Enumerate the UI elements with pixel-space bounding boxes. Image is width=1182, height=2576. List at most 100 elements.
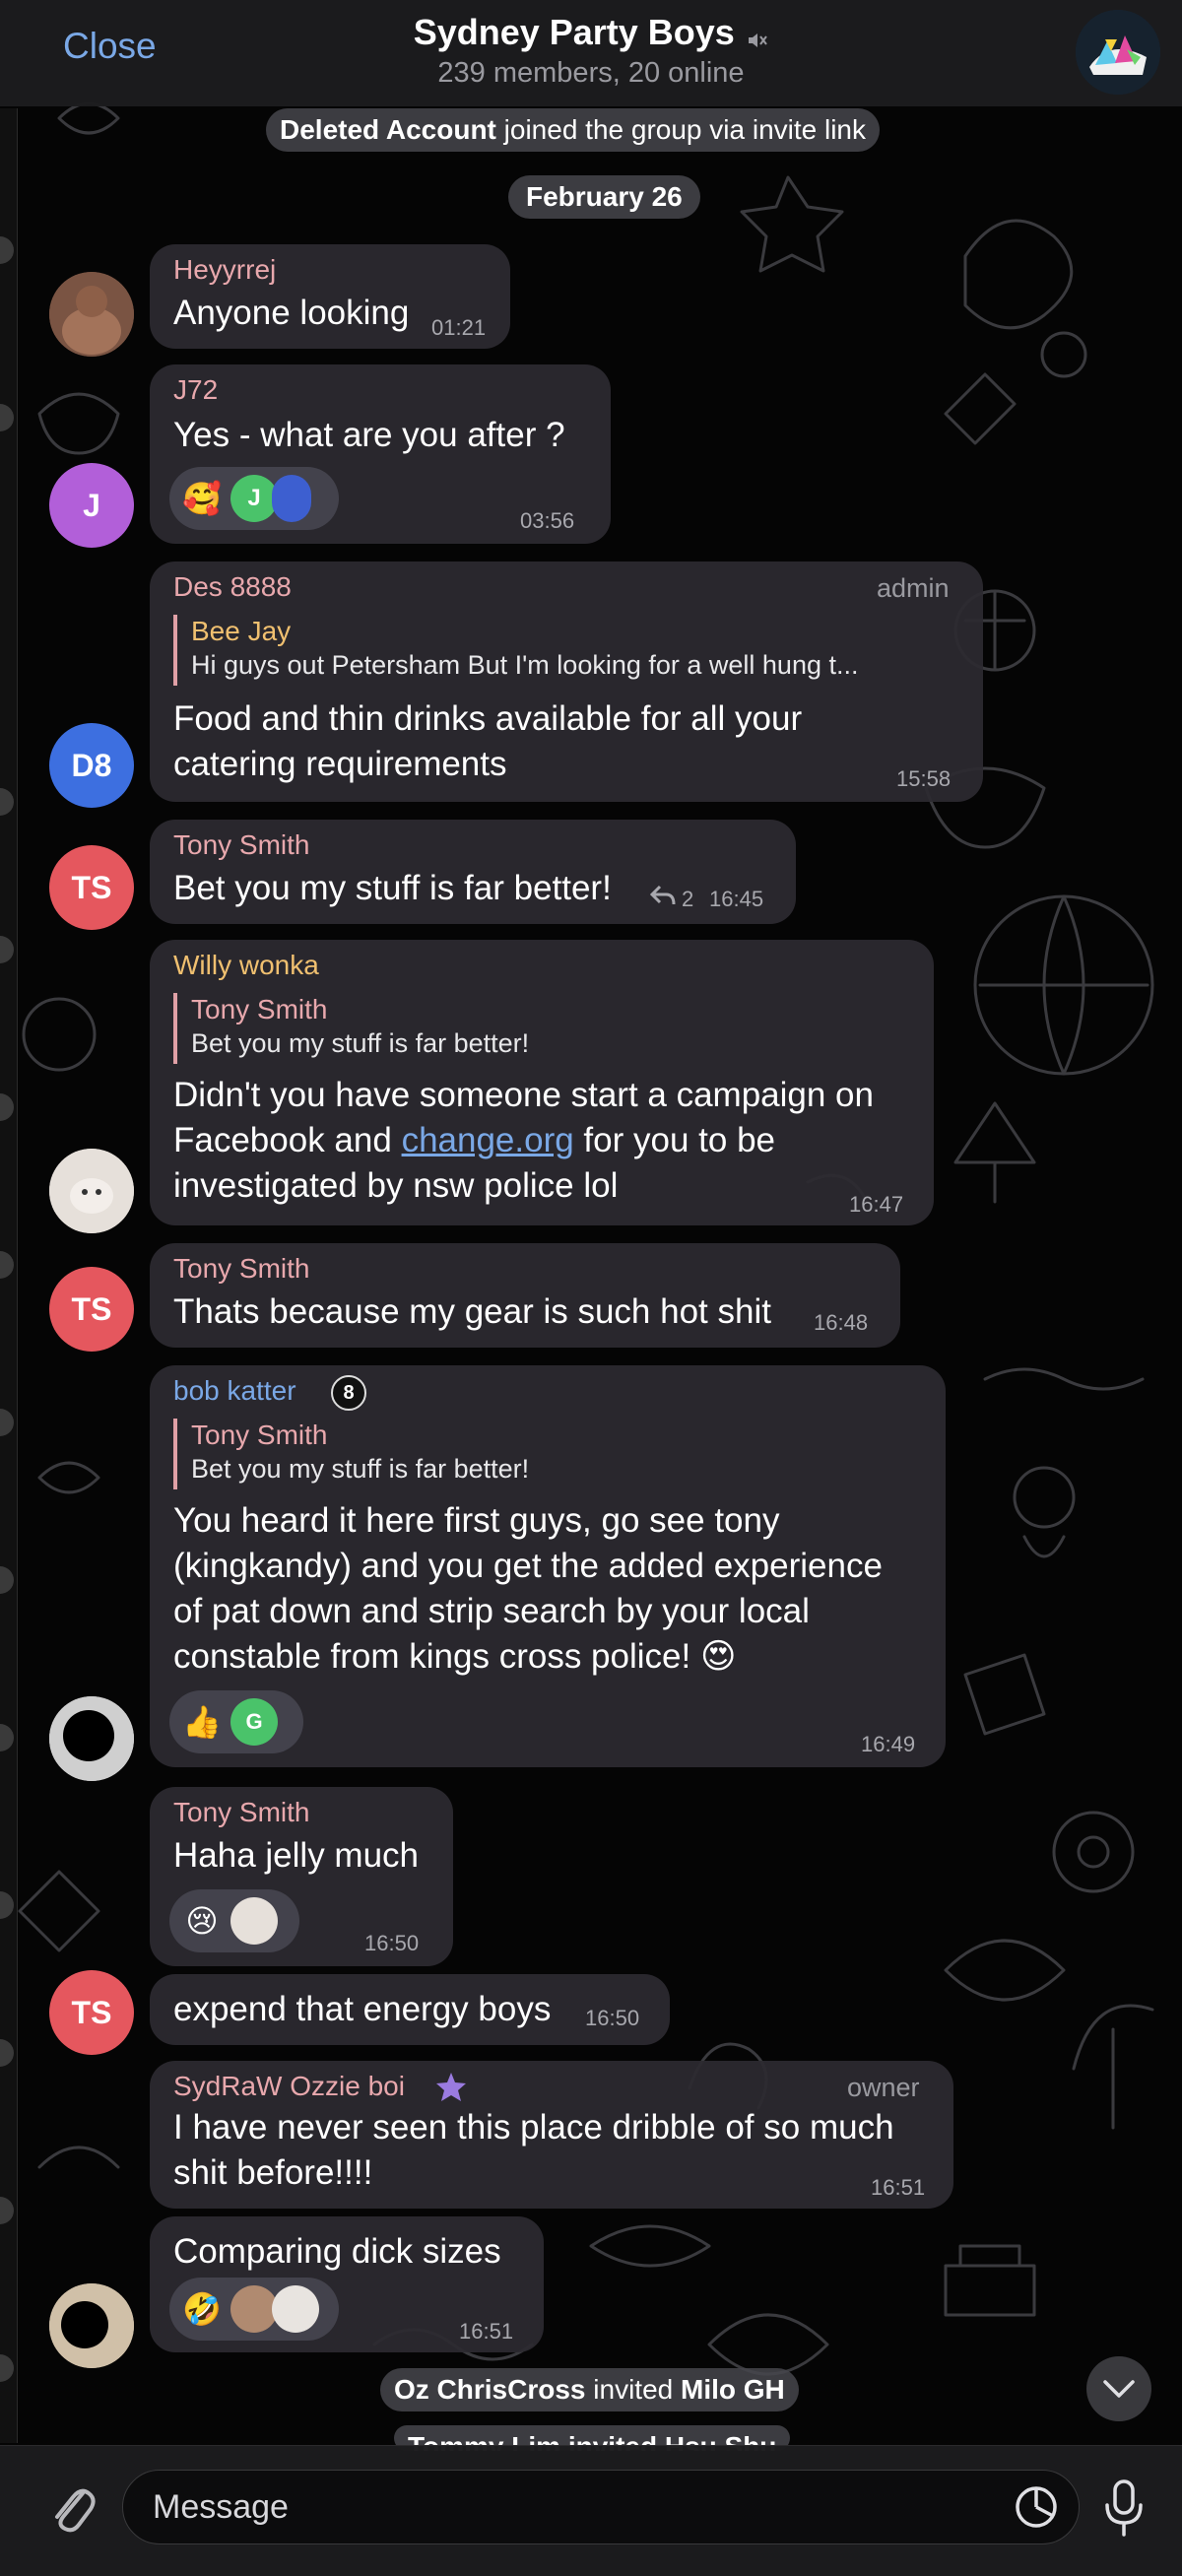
sender-name[interactable]: Des 8888: [173, 571, 292, 603]
reply-count: 2: [682, 887, 694, 911]
avatar-letter: J: [83, 487, 100, 523]
message-text: Comparing dick sizes: [173, 2232, 501, 2271]
sender-name[interactable]: Heyyrrej: [173, 254, 276, 286]
message-text-line: Facebook and change.org for you to be: [173, 1117, 775, 1163]
user-photo-icon: [49, 1149, 134, 1233]
chat-title: Sydney Party Boys: [413, 12, 735, 52]
message-bubble[interactable]: J72 Yes - what are you after ? 🥰 J 03:56: [150, 364, 611, 544]
message-bubble[interactable]: Tony Smith Thats because my gear is such…: [150, 1243, 900, 1348]
sender-name[interactable]: Tony Smith: [173, 829, 310, 861]
group-logo-icon: [1076, 10, 1160, 95]
message-bubble[interactable]: bob katter 8 Tony Smith Bet you my stuff…: [150, 1365, 946, 1767]
message-time: 16:50: [585, 2006, 640, 2030]
message-text-line: You heard it here first guys, go see ton…: [173, 1501, 780, 1540]
message-text-line: constable from kings cross police! 😍: [173, 1637, 737, 1676]
message-bubble[interactable]: Tony Smith Haha jelly much 😢 16:50: [150, 1787, 453, 1966]
admin-badge: admin: [877, 573, 950, 603]
avatar-des-8888[interactable]: D8: [49, 723, 134, 808]
crying-reaction-icon[interactable]: 😢: [175, 1894, 229, 1948]
message-time: 16:51: [871, 2175, 926, 2200]
message-input[interactable]: [122, 2470, 1080, 2544]
message-time: 16:45: [709, 887, 764, 911]
reply-quote[interactable]: Tony Smith Bet you my stuff is far bette…: [173, 1419, 529, 1489]
reply-text: Bet you my stuff is far better!: [191, 1454, 530, 1484]
reactions[interactable]: 🥰 J: [169, 467, 339, 530]
message-time: 16:51: [459, 2319, 514, 2344]
avatar-letter: D8: [71, 747, 112, 783]
reactions[interactable]: 🤣: [169, 2278, 339, 2341]
sender-name[interactable]: SydRaW Ozzie boi: [173, 2071, 405, 2102]
premium-star-icon: [436, 2073, 466, 2101]
chat-title-area[interactable]: Sydney Party Boys 239 members, 20 online: [0, 12, 1182, 90]
scroll-to-bottom-button[interactable]: [1086, 2356, 1151, 2421]
avatar-bob-katter[interactable]: [49, 1696, 134, 1781]
avatar-sydraw-ozzie-boi[interactable]: [49, 2283, 134, 2368]
message-text-line: Didn't you have someone start a campaign…: [173, 1076, 874, 1114]
message-text-line: (kingkandy) and you get the added experi…: [173, 1547, 883, 1585]
avatar-letter: TS: [71, 1290, 112, 1327]
message-text: Haha jelly much: [173, 1836, 419, 1875]
avatar-tony-smith[interactable]: TS: [49, 845, 134, 930]
message-text: expend that energy boys: [173, 1990, 552, 2028]
avatar-heyyrrej[interactable]: [49, 272, 134, 357]
attach-paperclip-icon[interactable]: [45, 2477, 98, 2537]
joined-user-name[interactable]: Deleted Account: [280, 114, 496, 145]
message-text-line: Food and thin drinks available for all y…: [173, 699, 803, 738]
text-segment: for you to be: [573, 1121, 775, 1159]
message-time: 16:47: [849, 1192, 904, 1217]
message-time: 16:49: [861, 1732, 916, 1756]
reactor-avatar: [230, 2285, 278, 2333]
message-text: Bet you my stuff is far better!: [173, 869, 612, 907]
user-photo-icon: [49, 272, 134, 357]
message-time: 03:56: [520, 508, 575, 533]
message-bubble[interactable]: Heyyrrej Anyone looking 01:21: [150, 244, 510, 349]
message-time: 16:48: [814, 1310, 869, 1335]
message-composer: [0, 2445, 1182, 2576]
reply-text: Bet you my stuff is far better!: [191, 1028, 530, 1058]
rofl-reaction-icon[interactable]: 🤣: [175, 2282, 229, 2336]
change-org-link[interactable]: change.org: [402, 1121, 574, 1159]
reply-quote[interactable]: Tony Smith Bet you my stuff is far bette…: [173, 993, 529, 1064]
smiling-hearts-reaction-icon[interactable]: 🥰: [175, 472, 229, 525]
avatar-j72[interactable]: J: [49, 463, 134, 548]
message-time: 15:58: [896, 766, 952, 791]
message-time: 16:50: [364, 1931, 420, 1955]
message-bubble[interactable]: Willy wonka Tony Smith Bet you my stuff …: [150, 940, 934, 1225]
invitee-name[interactable]: Milo GH: [681, 2374, 785, 2405]
inviter-name[interactable]: Oz ChrisCross: [394, 2374, 586, 2405]
avatar-tony-smith[interactable]: TS: [49, 1267, 134, 1352]
reactions[interactable]: 👍 G: [169, 1690, 303, 1753]
sender-name[interactable]: Tony Smith: [173, 1797, 310, 1828]
reactor-avatar: J: [230, 475, 278, 522]
avatar-willy-wonka[interactable]: [49, 1149, 134, 1233]
reply-sender: Tony Smith: [191, 994, 328, 1024]
message-bubble[interactable]: Des 8888 admin Bee Jay Hi guys out Peter…: [150, 561, 983, 802]
avatar-tony-smith[interactable]: TS: [49, 1970, 134, 2055]
group-avatar[interactable]: [1076, 10, 1160, 95]
message-bubble[interactable]: SydRaW Ozzie boi owner I have never seen…: [150, 2061, 953, 2209]
sender-name[interactable]: bob katter: [173, 1375, 296, 1407]
reactor-avatar: [272, 475, 311, 522]
text-segment: Facebook and: [173, 1121, 402, 1159]
message-bubble[interactable]: Tony Smith Bet you my stuff is far bette…: [150, 820, 796, 924]
sticker-icon[interactable]: [1013, 2483, 1060, 2531]
service-message-joined: Deleted Account joined the group via inv…: [266, 108, 881, 152]
reply-quote[interactable]: Bee Jay Hi guys out Petersham But I'm lo…: [173, 615, 858, 686]
reply-arrow-icon: [650, 885, 676, 905]
chevron-down-icon: [1103, 2380, 1135, 2398]
joined-text: joined the group via invite link: [503, 114, 867, 145]
muted-icon: [749, 33, 768, 47]
service-message-invited: Oz ChrisCross invited Milo GH: [380, 2368, 799, 2411]
sender-name[interactable]: J72: [173, 374, 218, 406]
message-text-line: shit before!!!!: [173, 2153, 373, 2192]
chat-member-count: 239 members, 20 online: [437, 57, 745, 89]
sender-name[interactable]: Tony Smith: [173, 1253, 310, 1285]
message-text: Thats because my gear is such hot shit: [173, 1292, 771, 1331]
message-bubble[interactable]: expend that energy boys 16:50: [150, 1974, 670, 2045]
message-bubble[interactable]: Comparing dick sizes 🤣 16:51: [150, 2216, 544, 2352]
sender-name[interactable]: Willy wonka: [173, 950, 319, 981]
microphone-icon[interactable]: [1099, 2477, 1149, 2539]
message-time: 01:21: [431, 315, 487, 340]
reactions[interactable]: 😢: [169, 1889, 299, 1952]
thumbs-up-reaction-icon[interactable]: 👍: [175, 1695, 229, 1749]
